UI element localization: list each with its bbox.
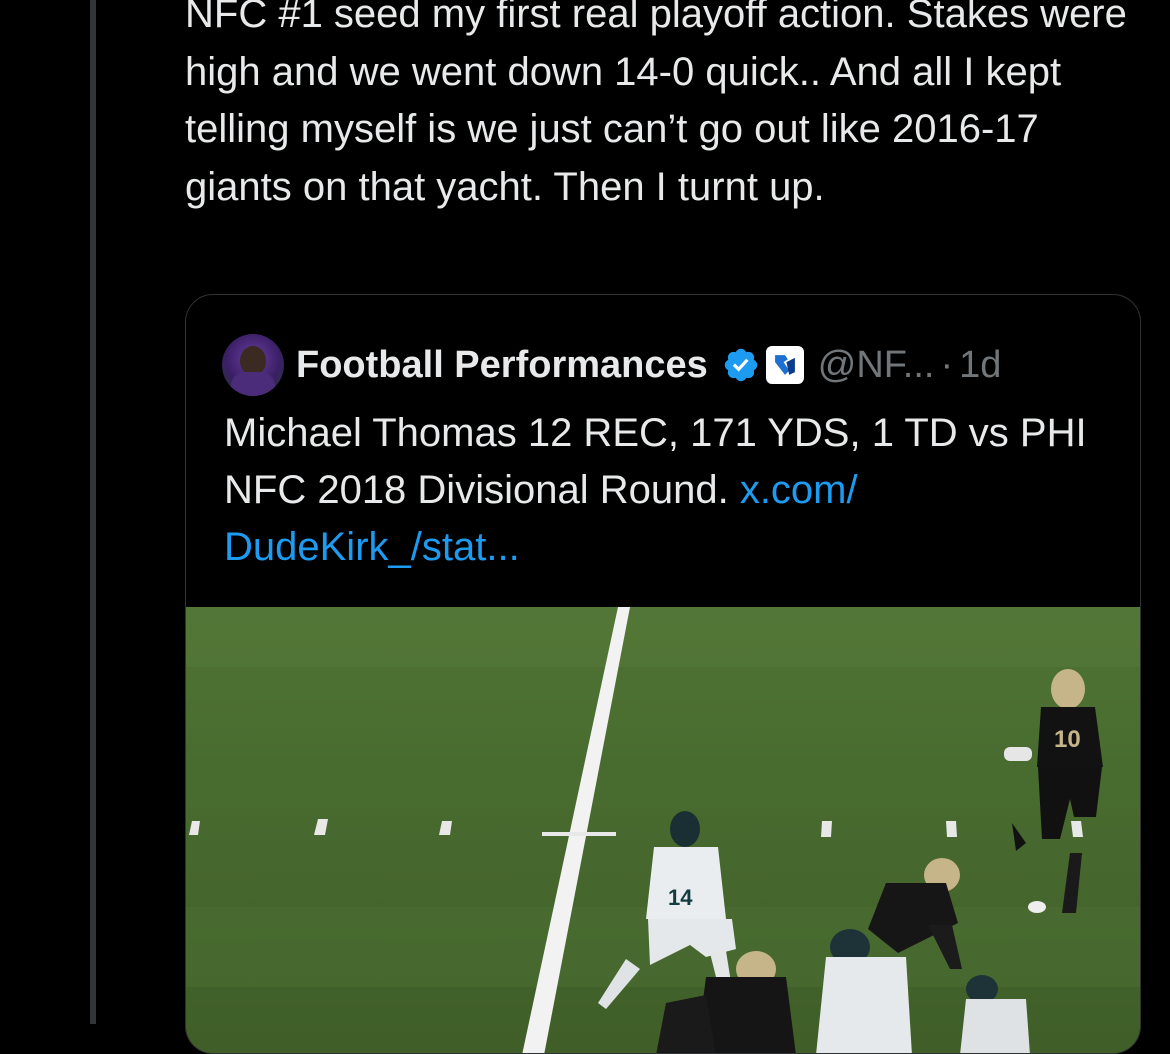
quoted-handle[interactable]: @NF... <box>818 344 935 387</box>
jersey-number-10: 10 <box>1054 726 1081 753</box>
quoted-tweet-header: Football Performances @NF... · 1d <box>222 333 1001 397</box>
quoted-tweet-text: Michael Thomas 12 REC, 171 YDS, 1 TD vs … <box>224 405 1104 576</box>
jersey-number-14: 14 <box>668 885 693 910</box>
avatar[interactable] <box>222 334 284 396</box>
quoted-display-name[interactable]: Football Performances <box>296 344 708 387</box>
affiliate-badge-icon <box>765 346 804 384</box>
verified-badge-icon <box>724 348 757 382</box>
tweet-text: NFC #1 seed my first real playoff action… <box>185 0 1127 209</box>
thread-connector-line <box>90 0 96 1024</box>
football-field-frame: 10 14 <box>186 607 1140 1053</box>
quoted-video-media[interactable]: 10 14 <box>186 607 1140 1053</box>
quoted-timestamp[interactable]: 1d <box>959 344 1001 387</box>
header-separator: · <box>940 343 954 386</box>
quoted-tweet-card[interactable]: Football Performances @NF... · 1d Michae… <box>185 294 1141 1054</box>
quoted-tweet-body: Michael Thomas 12 REC, 171 YDS, 1 TD vs … <box>224 411 1087 512</box>
